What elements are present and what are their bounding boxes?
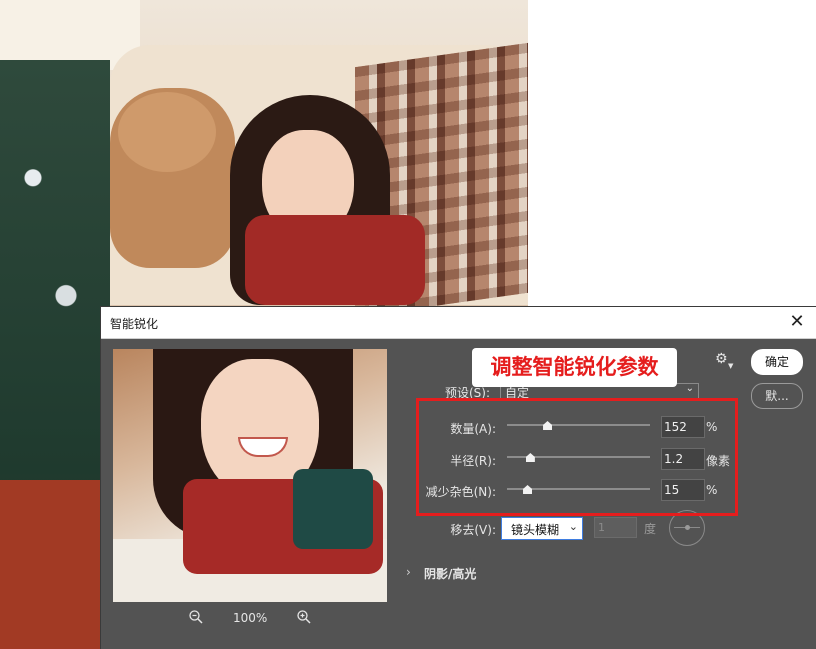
- chevron-down-icon: ⌄: [685, 383, 694, 394]
- angle-unit: 度: [644, 522, 657, 536]
- preview-image[interactable]: [113, 349, 387, 602]
- chevron-right-icon: ›: [406, 565, 411, 579]
- zoom-level: 100%: [233, 611, 268, 625]
- ok-button[interactable]: 确定: [751, 349, 803, 375]
- gear-icon[interactable]: ⚙: [715, 351, 728, 367]
- gear-caret-icon: ▼: [728, 362, 734, 370]
- zoom-controls: 100%: [113, 609, 387, 629]
- dialog-titlebar: 智能锐化 ✕: [101, 307, 816, 339]
- angle-dial-center: [685, 525, 690, 530]
- photo-teddy-bear-head: [118, 92, 216, 172]
- annotation-callout: 调整智能锐化参数: [472, 348, 677, 387]
- remove-select[interactable]: 镜头模糊 ⌄: [501, 517, 583, 540]
- zoom-in-icon[interactable]: [296, 609, 312, 625]
- photo-scarf: [245, 215, 425, 305]
- angle-input: 1: [594, 517, 637, 538]
- remove-label: 移去(V):: [450, 523, 496, 537]
- zoom-out-icon[interactable]: [188, 609, 204, 625]
- default-button[interactable]: 默...: [751, 383, 803, 409]
- smart-sharpen-dialog: 智能锐化 ✕ 100% 预设(S): 自定 ⌄ 数量(A): 152 % 半径(…: [101, 307, 816, 649]
- remove-value: 镜头模糊: [511, 523, 560, 537]
- dialog-title: 智能锐化: [110, 317, 159, 331]
- shadows-highlights-label: 阴影/高光: [424, 567, 477, 581]
- annotation-highlight-box: [416, 398, 738, 516]
- photo-gift-boxes: [0, 480, 110, 649]
- chevron-down-icon: ⌄: [568, 520, 578, 533]
- preview-scarf-pattern: [293, 469, 373, 549]
- close-icon[interactable]: ✕: [786, 311, 808, 333]
